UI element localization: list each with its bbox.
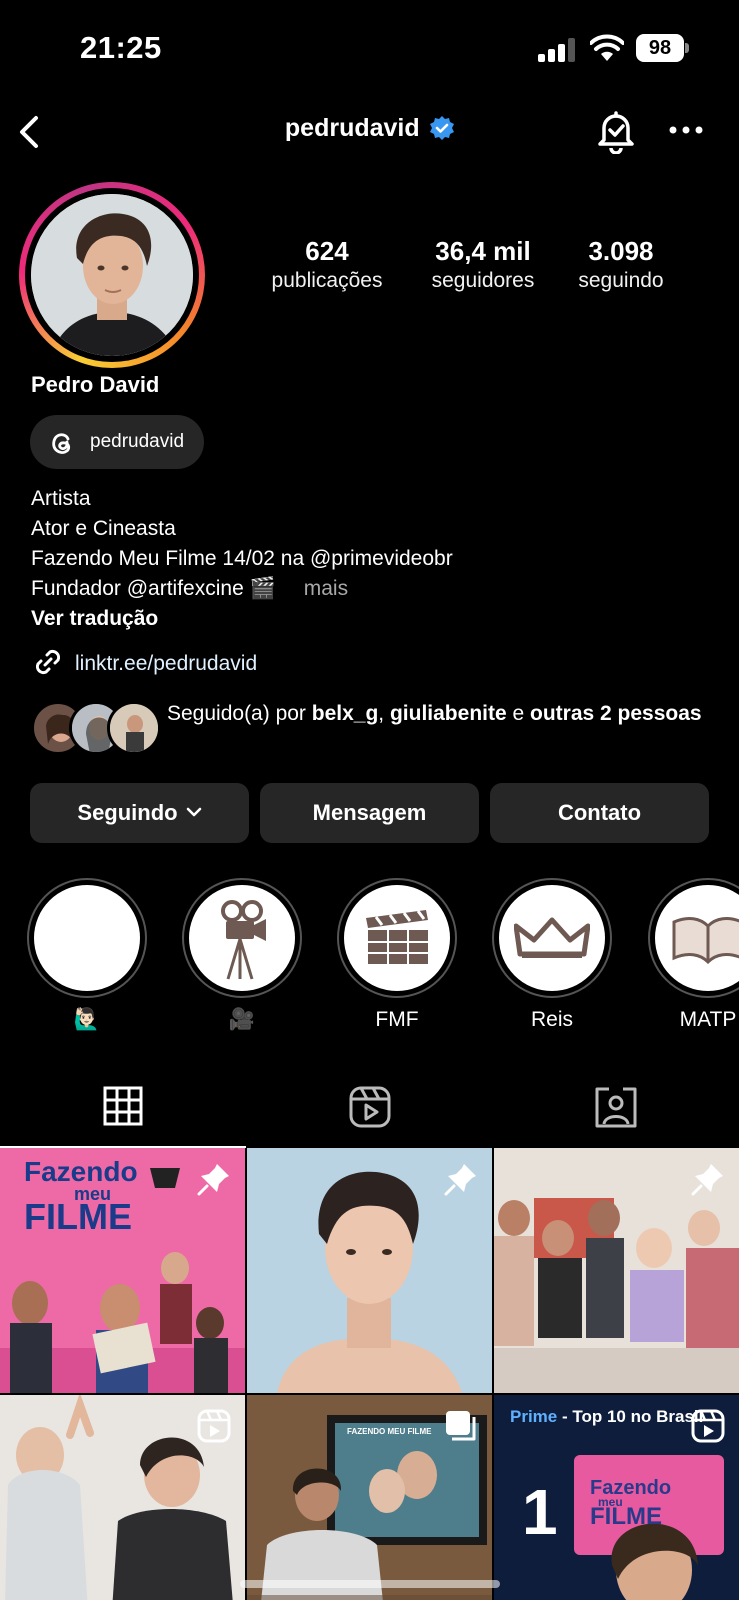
threads-profile-link[interactable]: pedrudavid: [30, 415, 205, 469]
status-time: 21:25: [80, 30, 162, 65]
link-text: linktr.ee/pedrudavid: [75, 652, 258, 675]
post-banner-text: Prime: [510, 1407, 558, 1426]
mutual-follower-1[interactable]: belx_g: [312, 702, 379, 725]
stat-following[interactable]: 3.098 seguindo: [556, 236, 686, 293]
profile-content-tabs: [0, 1070, 739, 1148]
notification-bell-icon[interactable]: [594, 108, 638, 154]
pinned-post-icon: [691, 1164, 723, 1196]
avatar: [107, 701, 161, 755]
followed-by[interactable]: Seguido(a) por belx_g, giuliabenite e ou…: [31, 699, 721, 763]
bio-line: Fundador @artifexcine 🎬: [31, 577, 276, 600]
highlight-label: MATP: [679, 1008, 737, 1031]
highlight-label: Reis: [530, 1008, 573, 1031]
profile-actions: Seguindo Mensagem Contato: [30, 783, 710, 843]
post-thumbnail[interactable]: [247, 1148, 492, 1393]
message-button[interactable]: Mensagem: [260, 783, 479, 843]
highlight-label: 🙋🏻‍♂️: [73, 1008, 101, 1031]
grid-icon: [103, 1086, 143, 1126]
bio-line: Artista: [31, 487, 91, 510]
contact-button[interactable]: Contato: [490, 783, 709, 843]
post-logo-text: FILME: [590, 1503, 662, 1530]
clapperboard-icon: [366, 910, 428, 964]
profile-external-link[interactable]: linktr.ee/pedrudavid: [31, 645, 257, 679]
reel-icon: [197, 1409, 231, 1443]
film-camera-icon: [221, 900, 266, 980]
highlight-item[interactable]: FMF: [337, 878, 457, 1032]
stat-posts[interactable]: 624 publicações: [252, 236, 402, 293]
reels-icon: [349, 1086, 391, 1128]
home-indicator[interactable]: [240, 1580, 500, 1588]
post-thumbnail[interactable]: Fazendo meu FILME: [0, 1148, 245, 1393]
highlight-item[interactable]: Reis: [492, 878, 612, 1032]
stat-followers[interactable]: 36,4 mil seguidores: [408, 236, 558, 293]
post-title-text: FILME: [24, 1196, 132, 1237]
profile-bio: Artista Ator e Cineasta Fazendo Meu Film…: [31, 484, 453, 634]
pinned-post-icon: [444, 1164, 476, 1196]
battery-icon: 98: [636, 34, 689, 62]
tagged-person-icon: [595, 1087, 637, 1128]
battery-level: 98: [636, 34, 684, 62]
story-highlights: 🙋🏻‍♂️ 🎥 FMF: [0, 878, 739, 1038]
bio-line: Ator e Cineasta: [31, 517, 176, 540]
profile-display-name: Pedro David: [31, 372, 160, 397]
chevron-down-icon: [186, 807, 201, 817]
post-thumbnail[interactable]: [0, 1395, 245, 1600]
carousel-icon: [446, 1411, 476, 1441]
posts-grid: Fazendo meu FILME FAZENDO MEU FILME Prim…: [0, 1148, 739, 1600]
highlight-item[interactable]: MATP: [648, 878, 739, 1032]
highlight-cover: [499, 885, 605, 991]
avatar-portrait-image: [31, 194, 193, 356]
profile-username: pedrudavid: [284, 114, 420, 142]
highlight-label: 🎥: [228, 1008, 256, 1031]
highlight-item[interactable]: 🙋🏻‍♂️: [27, 878, 147, 1032]
bio-line: Fazendo Meu Filme 14/02 na @primevideobr: [31, 547, 453, 570]
link-icon: [35, 649, 61, 675]
reel-icon: [691, 1409, 725, 1443]
crown-icon: [514, 917, 590, 958]
bio-more-link[interactable]: mais: [304, 577, 348, 600]
highlight-cover: [34, 885, 140, 991]
post-thumbnail[interactable]: Prime - Top 10 no Brasil 1 Fazendo meu F…: [494, 1395, 739, 1600]
cellular-signal-icon: [538, 38, 575, 62]
post-thumbnail[interactable]: [494, 1148, 739, 1393]
post-banner-text: - Top 10 no Brasil: [557, 1407, 704, 1426]
threads-handle: pedrudavid: [90, 431, 185, 452]
status-bar: 21:25 98: [0, 0, 739, 100]
post-caption-text: FAZENDO MEU FILME: [347, 1427, 432, 1436]
pinned-post-icon: [197, 1164, 229, 1196]
wifi-icon: [590, 34, 624, 61]
verified-badge-icon: [430, 116, 455, 140]
profile-avatar: [31, 194, 193, 356]
tab-tagged[interactable]: [492, 1070, 738, 1148]
post-rank-number: 1: [522, 1476, 558, 1548]
profile-header: pedrudavid: [0, 100, 739, 164]
highlight-cover: [344, 885, 450, 991]
more-options-icon[interactable]: [668, 120, 704, 140]
profile-stats: 624 publicações 36,4 mil seguidores 3.09…: [252, 236, 692, 306]
profile-avatar-story-ring[interactable]: [19, 182, 205, 368]
tab-posts-grid[interactable]: [0, 1070, 246, 1148]
tab-reels[interactable]: [246, 1070, 492, 1148]
highlight-item[interactable]: 🎥: [182, 878, 302, 1032]
mutual-followers-others[interactable]: outras 2 pessoas: [530, 702, 702, 725]
following-button[interactable]: Seguindo: [30, 783, 249, 843]
post-thumbnail[interactable]: FAZENDO MEU FILME: [247, 1395, 492, 1600]
highlight-cover: [189, 885, 295, 991]
see-translation-link[interactable]: Ver tradução: [31, 604, 453, 634]
open-book-icon: [672, 917, 739, 965]
mutual-follower-2[interactable]: giuliabenite: [390, 702, 507, 725]
threads-icon: [52, 433, 71, 454]
highlight-cover: [655, 885, 739, 991]
highlight-label: FMF: [375, 1008, 419, 1031]
